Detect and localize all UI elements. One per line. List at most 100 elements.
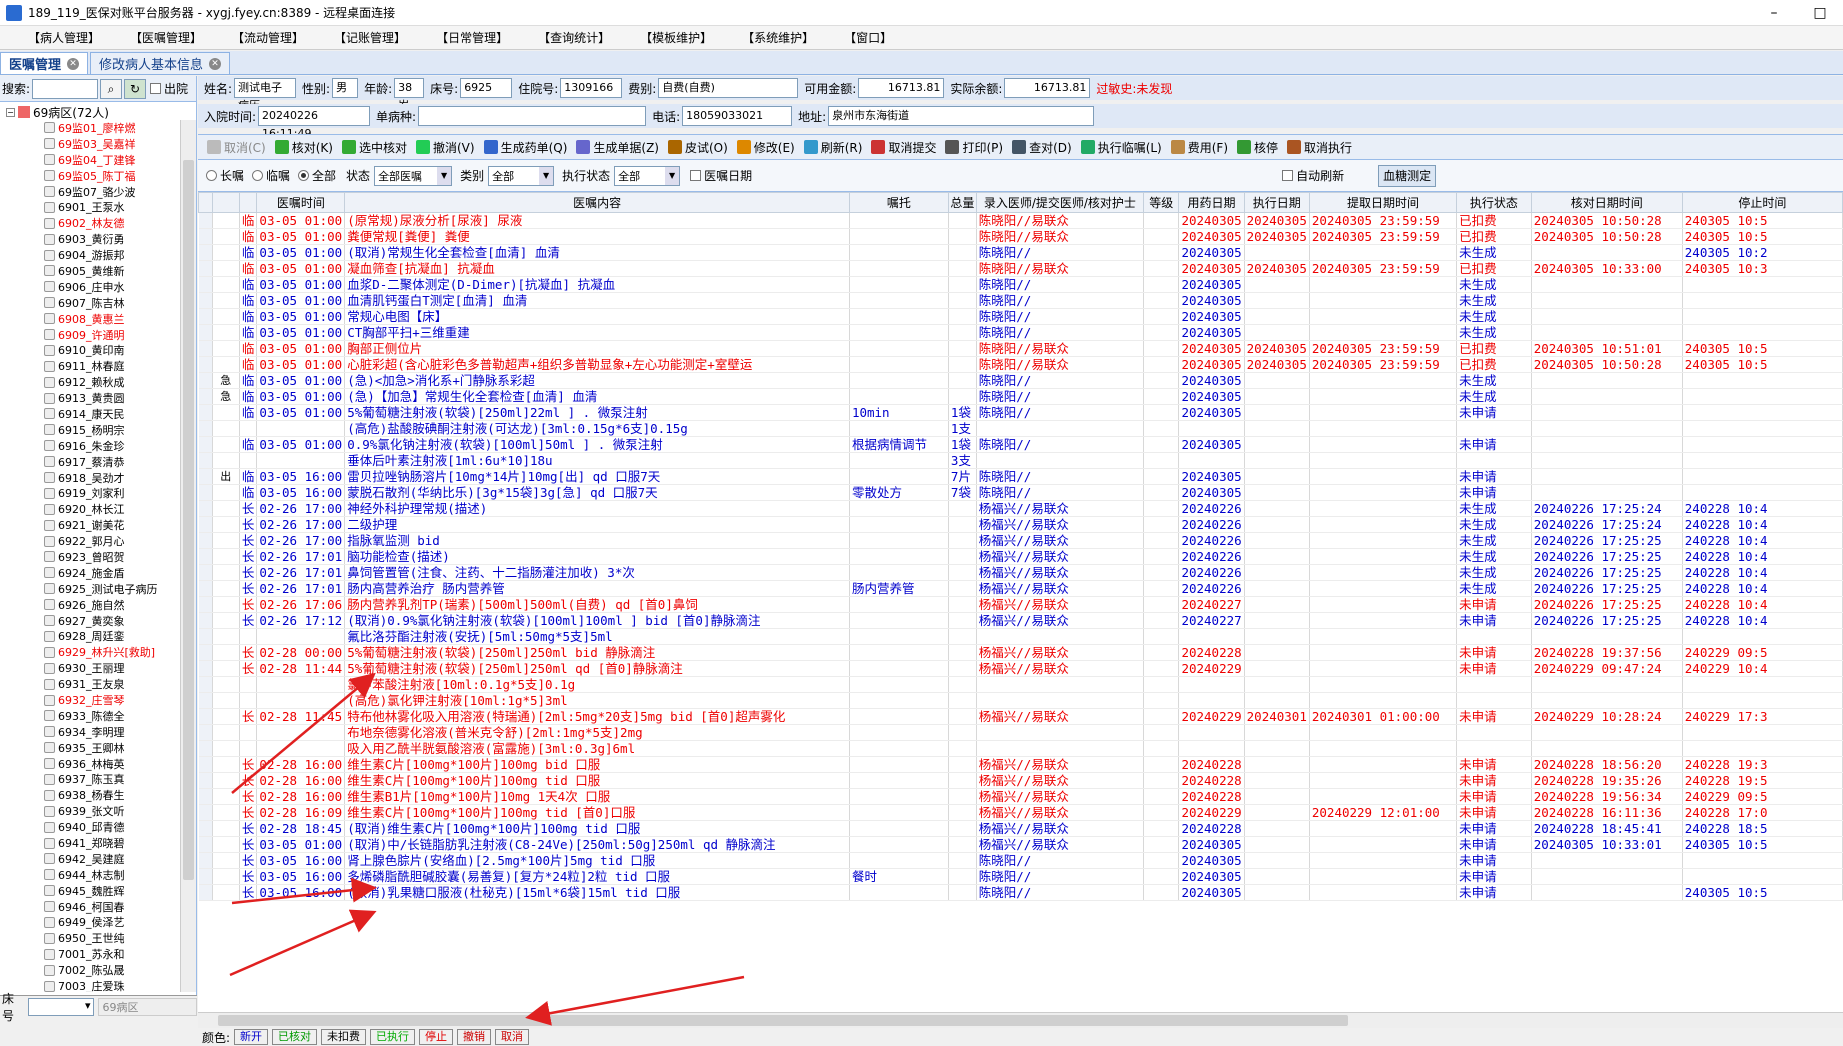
table-row[interactable]: 临 03-05 01:00 (原常规)尿液分析[尿液] 尿液 陈晓阳//易联众 2024… <box>198 212 1843 229</box>
glucose-test-button[interactable]: 血糖测定 <box>1378 164 1437 187</box>
patient-tree-item[interactable]: 6910_黄印南 <box>0 342 180 358</box>
patient-tree-item[interactable]: 6903_黄衍勇 <box>0 231 180 247</box>
menu-item[interactable]: 【窗口】 <box>844 29 892 46</box>
auto-refresh-checkbox[interactable] <box>1282 170 1294 181</box>
column-header[interactable]: 执行状态 <box>1456 192 1532 213</box>
patient-tree-item[interactable]: 6935_王卿林 <box>0 740 180 756</box>
patient-tree-item[interactable]: 6945_魏胜辉 <box>0 883 180 899</box>
close-icon[interactable]: ✕ <box>209 57 222 70</box>
table-row[interactable]: 临 03-05 01:00 0.9%氯化钠注射液(软袋)[100ml]50ml ] … <box>198 436 1843 453</box>
minimize-icon[interactable]: – <box>1751 5 1797 21</box>
category-select[interactable]: 全部 ▼ <box>488 165 555 186</box>
chevron-down-icon[interactable]: ▼ <box>665 166 680 185</box>
column-header[interactable]: 嘱托 <box>848 192 949 213</box>
patient-tree-item[interactable]: 6918_吴劲才 <box>0 470 180 486</box>
patient-tree-item[interactable]: 6939_张文听 <box>0 803 180 819</box>
patient-tree-item[interactable]: 6901_王泵水 <box>0 199 180 215</box>
tab-order-management[interactable]: 医嘱管理 ✕ <box>0 52 89 74</box>
menu-item[interactable]: 【医嘱管理】 <box>130 29 202 46</box>
toolbar-button[interactable]: 核停 <box>1237 139 1278 156</box>
patient-tree-item[interactable]: 6930_王丽理 <box>0 660 180 676</box>
tab-edit-patient-info[interactable]: 修改病人基本信息 ✕ <box>90 52 231 74</box>
order-date-checkbox[interactable] <box>690 170 702 181</box>
search-icon[interactable]: ⌕ <box>100 78 123 99</box>
table-row[interactable]: 长 03-05 16:00 (取消)乳果糖口服液(杜秘克)[15ml*6袋]15ml… <box>198 884 1843 901</box>
toolbar-button[interactable]: 查对(D) <box>1012 139 1072 156</box>
table-row[interactable]: 长 02-28 16:00 维生素B1片[10mg*100片]10mg 1天4次 口… <box>198 788 1843 805</box>
patient-tree-item[interactable]: 6927_黄奕象 <box>0 613 180 629</box>
patient-tree-item[interactable]: 6922_郭月心 <box>0 533 180 549</box>
patient-tree-item[interactable]: 6913_黄贵圆 <box>0 390 180 406</box>
patient-tree-item[interactable]: 6909_许通明 <box>0 327 180 343</box>
long-term-radio[interactable] <box>206 170 217 181</box>
patient-tree-item[interactable]: 6928_周廷銮 <box>0 629 180 645</box>
patient-tree-item[interactable]: 6924_施金盾 <box>0 565 180 581</box>
patient-tree-item[interactable]: 6937_陈玉真 <box>0 772 180 788</box>
patient-tree-item[interactable]: 6904_游振邦 <box>0 247 180 263</box>
temporary-radio[interactable] <box>252 170 264 181</box>
table-row[interactable]: 氯甲苯酸注射液[10ml:0.1g*5支]0.1g <box>198 676 1843 693</box>
patient-tree-item[interactable]: 6949_侯泽艺 <box>0 915 180 931</box>
column-header[interactable]: 等级 <box>1142 192 1180 213</box>
table-row[interactable]: 临 03-05 01:00 常规心电图【床】 陈晓阳// 20240305 未生成 <box>198 308 1843 325</box>
column-header[interactable]: 医嘱内容 <box>344 192 850 213</box>
menu-item[interactable]: 【查询统计】 <box>538 29 610 46</box>
menu-item[interactable]: 【病人管理】 <box>28 29 100 46</box>
table-row[interactable]: 长 02-26 17:01 脑功能检查(描述) 杨福兴//易联众 20240226 未生成… <box>198 548 1843 565</box>
table-row[interactable]: 长 03-05 01:00 (取消)中/长链脂肪乳注射液(C8-24Ve)[250m… <box>198 836 1843 853</box>
menu-item[interactable]: 【模板维护】 <box>640 29 712 46</box>
table-row[interactable]: 临 03-05 01:00 心脏彩超(含心脏彩色多普勒超声+组织多普勒显象+左心功能… <box>198 356 1843 373</box>
patient-tree-item[interactable]: 6911_林春庭 <box>0 358 180 374</box>
column-header[interactable]: 执行日期 <box>1243 192 1310 213</box>
patient-tree-item[interactable]: 69监03_吴嘉祥 <box>0 136 180 152</box>
status-select[interactable]: 全部医嘱 ▼ <box>374 165 453 186</box>
table-row[interactable]: 吸入用乙酰半胱氨酸溶液(富露施)[3ml:0.3g]6ml <box>198 740 1843 757</box>
toolbar-button[interactable]: 取消(C) <box>207 139 266 156</box>
table-row[interactable]: 长 02-26 17:12 (取消)0.9%氯化钠注射液(软袋)[100ml]100… <box>198 612 1843 629</box>
table-row[interactable]: 出临 03-05 16:00 雷贝拉唑钠肠溶片[10mg*14片]10mg[出] q… <box>198 468 1843 485</box>
column-header[interactable]: 录入医师/提交医师/核对护士 <box>975 192 1145 213</box>
ward-select[interactable]: 69病区 <box>97 997 197 1016</box>
menu-item[interactable]: 【日常管理】 <box>436 29 508 46</box>
search-input[interactable] <box>32 78 99 99</box>
patient-tree-item[interactable]: 6902_林友德 <box>0 215 180 231</box>
table-row[interactable]: 急临 03-05 01:00 (急)<加急>消化系+门静脉系彩超 陈晓阳// 20240… <box>198 372 1843 389</box>
patient-tree-item[interactable]: 6912_赖秋成 <box>0 374 180 390</box>
patient-tree-item[interactable]: 6923_曾昭贺 <box>0 549 180 565</box>
all-radio[interactable] <box>298 170 310 181</box>
column-header[interactable]: 提取日期时间 <box>1308 192 1458 213</box>
table-row[interactable]: 长 02-28 11:44 5%葡萄糖注射液(软袋)[250ml]250ml qd … <box>198 660 1843 677</box>
patient-tree-item[interactable]: 7002_陈弘晟 <box>0 962 180 978</box>
table-row[interactable]: 布地奈德雾化溶液(普米克令舒)[2ml:1mg*5支]2mg <box>198 724 1843 741</box>
patient-tree-item[interactable]: 6940_邱青德 <box>0 819 180 835</box>
patient-tree-item[interactable]: 6920_林长江 <box>0 501 180 517</box>
table-row[interactable]: 长 02-26 17:00 指脉氧监测 bid 杨福兴//易联众 20240226 未生成… <box>198 532 1843 549</box>
table-row[interactable]: 临 03-05 01:00 (取消)常规生化全套检查[血清] 血清 陈晓阳// 2024… <box>198 244 1843 261</box>
ward-tree-root[interactable]: − 69病区(72人) <box>0 104 196 120</box>
table-row[interactable]: 长 02-26 17:00 二级护理 杨福兴//易联众 20240226 未生成 20240… <box>198 516 1843 533</box>
patient-tree-item[interactable]: 69监07_骆少波 <box>0 184 180 200</box>
table-row[interactable]: 临 03-05 01:00 血清肌钙蛋白T测定[血清] 血清 陈晓阳// 2024030… <box>198 292 1843 309</box>
toolbar-button[interactable]: 刷新(R) <box>803 139 862 156</box>
patient-tree-item[interactable]: 6925_测试电子病历 <box>0 581 180 597</box>
menu-item[interactable]: 【记账管理】 <box>334 29 406 46</box>
table-row[interactable]: 长 03-05 16:00 多烯磷脂酰胆碱胶囊(易善复)[复方*24粒]2粒 tid… <box>198 868 1843 885</box>
column-header[interactable]: 核对日期时间 <box>1530 192 1683 213</box>
patient-tree-item[interactable]: 6916_朱金珍 <box>0 438 180 454</box>
table-row[interactable]: 长 02-26 17:06 肠内营养乳剂TP(瑞素)[500ml]500ml(自费)… <box>198 596 1843 613</box>
toolbar-button[interactable]: 执行临嘱(L) <box>1080 139 1162 156</box>
toolbar-button[interactable]: 费用(F) <box>1170 139 1228 156</box>
column-header[interactable]: 医嘱时间 <box>256 192 346 213</box>
patient-tree-item[interactable]: 7001_苏永和 <box>0 946 180 962</box>
toolbar-button[interactable]: 选中核对 <box>341 139 407 156</box>
table-row[interactable]: 临 03-05 01:00 凝血筛查[抗凝血] 抗凝血 陈晓阳//易联众 2024030… <box>198 260 1843 277</box>
table-row[interactable]: 急临 03-05 01:00 (急)【加急】常规生化全套检查[血清] 血清 陈晓阳//… <box>198 388 1843 405</box>
patient-tree-item[interactable]: 6944_林志制 <box>0 867 180 883</box>
patient-tree-item[interactable]: 6915_杨明宗 <box>0 422 180 438</box>
table-row[interactable]: 长 02-28 16:00 维生素C片[100mg*100片]100mg tid 口… <box>198 772 1843 789</box>
bed-select[interactable]: ▾ <box>27 997 94 1016</box>
patient-tree-item[interactable]: 6931_王友泉 <box>0 676 180 692</box>
table-row[interactable]: 临 03-05 01:00 5%葡萄糖注射液(软袋)[250ml]22ml ] . … <box>198 404 1843 421</box>
table-row[interactable]: 长 02-28 18:45 (取消)维生素C片[100mg*100片]100mg t… <box>198 820 1843 837</box>
table-row[interactable]: (高危)盐酸胺碘酮注射液(可达龙)[3ml:0.15g*6支]0.15g 1支 <box>198 420 1843 437</box>
